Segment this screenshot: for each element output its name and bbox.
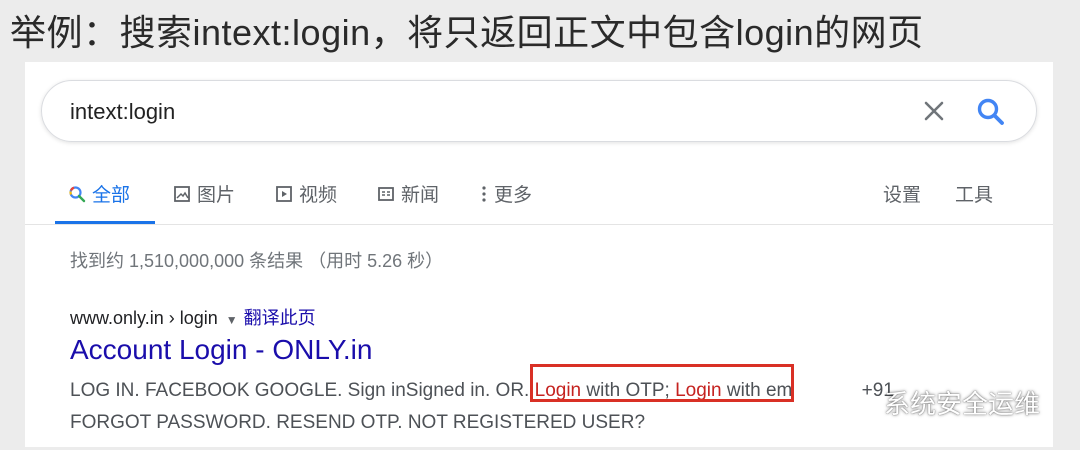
tab-all[interactable]: 全部 <box>68 180 130 207</box>
more-vert-icon <box>482 185 486 202</box>
watermark-text: 系统安全运维 <box>884 389 1041 419</box>
tabs-divider <box>25 224 1053 225</box>
watermark: 系统安全运维 <box>838 384 1040 421</box>
close-icon[interactable] <box>918 95 950 127</box>
result-cite: www.only.in › login ▼ 翻译此页 <box>70 304 316 330</box>
cite-domain: www.only.in <box>70 308 164 328</box>
caret-down-icon[interactable]: ▼ <box>226 313 238 327</box>
tab-settings-label: 设置 <box>883 185 922 206</box>
snippet-text: LOG IN. FACEBOOK GOOGLE. Sign inSigned i… <box>70 380 535 401</box>
tab-all-label: 全部 <box>92 185 131 206</box>
result-stats: 找到约 1,510,000,000 条结果 （用时 5.26 秒） <box>70 251 444 271</box>
tab-news-label: 新闻 <box>401 185 440 206</box>
result-snippet-line-2: FORGOT PASSWORD. RESEND OTP. NOT REGISTE… <box>70 412 646 433</box>
tab-news[interactable]: 新闻 <box>377 180 439 207</box>
search-box[interactable]: intext:login <box>41 80 1037 142</box>
tab-settings[interactable]: 设置 <box>883 180 921 207</box>
tab-images-label: 图片 <box>197 185 236 206</box>
caption-title: 举例：搜索intext:login，将只返回正文中包含login的网页 <box>10 12 924 53</box>
search-input[interactable]: intext:login <box>70 99 175 125</box>
tab-more-label: 更多 <box>494 185 533 206</box>
tab-images[interactable]: 图片 <box>173 180 235 207</box>
tab-videos[interactable]: 视频 <box>275 180 337 207</box>
news-icon <box>378 186 394 201</box>
video-icon <box>276 185 292 202</box>
wechat-icon <box>839 388 876 415</box>
tab-videos-label: 视频 <box>299 185 338 206</box>
cite-path: login <box>179 308 218 328</box>
search-icon <box>69 185 86 202</box>
tab-tools[interactable]: 工具 <box>955 180 993 207</box>
highlight-annotation-box <box>530 364 794 402</box>
result-title-link[interactable]: Account Login - ONLY.in <box>70 334 372 366</box>
search-icon[interactable] <box>974 95 1008 129</box>
tab-more[interactable]: 更多 <box>480 180 532 207</box>
cite-separator: › <box>163 308 180 328</box>
image-icon <box>174 185 190 202</box>
translate-page-link[interactable]: 翻译此页 <box>244 308 316 328</box>
tab-tools-label: 工具 <box>955 185 994 206</box>
